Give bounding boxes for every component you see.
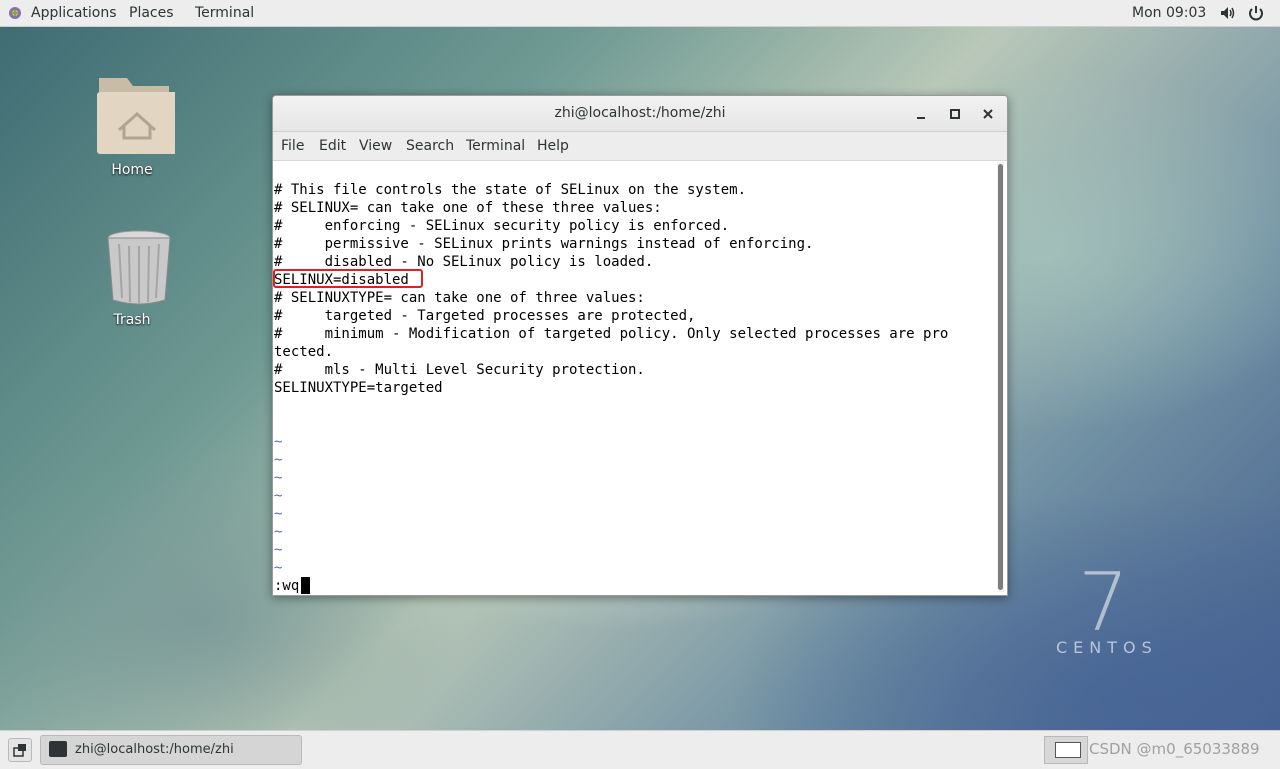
empty-line-marker: ~	[274, 506, 283, 522]
home-folder-icon	[97, 78, 181, 154]
terminal-icon	[49, 741, 67, 757]
minimize-icon	[917, 117, 925, 119]
empty-line-marker: ~	[274, 470, 283, 486]
command-line[interactable]: :wq	[274, 577, 299, 595]
highlight-box	[273, 269, 423, 288]
menu-help[interactable]: Help	[537, 132, 569, 160]
terminal-app-menu[interactable]: Terminal	[195, 0, 254, 26]
taskbar-terminal-item[interactable]: zhi@localhost:/home/zhi	[40, 735, 302, 765]
scrollbar-thumb[interactable]	[998, 164, 1003, 590]
window-title: zhi@localhost:/home/zhi	[554, 105, 726, 121]
empty-line-marker: ~	[274, 542, 283, 558]
workspace-switcher[interactable]	[1044, 736, 1088, 764]
desktop-trash[interactable]: Trash	[82, 228, 182, 328]
empty-line-marker: ~	[274, 434, 283, 450]
bottom-taskbar: zhi@localhost:/home/zhi	[0, 730, 1280, 769]
show-desktop-button[interactable]	[8, 738, 32, 762]
text-line: # minimum - Modification of targeted pol…	[274, 326, 949, 342]
menu-edit[interactable]: Edit	[319, 132, 346, 160]
desktop-home[interactable]: Home	[82, 72, 182, 178]
places-menu[interactable]: Places	[129, 0, 174, 26]
menu-terminal[interactable]: Terminal	[466, 132, 525, 160]
menu-search[interactable]: Search	[406, 132, 454, 160]
trash-icon	[107, 230, 171, 305]
applications-menu[interactable]: Applications	[31, 0, 117, 26]
maximize-button[interactable]	[945, 104, 965, 124]
text-line: SELINUXTYPE=targeted	[274, 380, 443, 396]
centos-brand-watermark: CENTOS	[1056, 638, 1158, 657]
menu-file[interactable]: File	[281, 132, 304, 160]
volume-icon[interactable]	[1218, 4, 1236, 22]
clock[interactable]: Mon 09:03	[1132, 0, 1206, 26]
power-icon[interactable]	[1247, 4, 1265, 22]
text-line: # SELINUXTYPE= can take one of three val…	[274, 290, 645, 306]
text-line: # enforcing - SELinux security policy is…	[274, 218, 730, 234]
trash-label: Trash	[113, 312, 151, 328]
terminal-window[interactable]: zhi@localhost:/home/zhi File Edit View S…	[272, 95, 1008, 596]
empty-line-marker: ~	[274, 488, 283, 504]
empty-line-marker: ~	[274, 524, 283, 540]
close-button[interactable]	[978, 104, 998, 124]
terminal-content[interactable]: # This file controls the state of SELinu…	[273, 161, 995, 595]
applications-icon	[9, 7, 21, 19]
minimize-button[interactable]	[911, 104, 931, 124]
workspace-thumbnail	[1055, 742, 1081, 758]
text-line: # This file controls the state of SELinu…	[274, 182, 747, 198]
empty-line-marker: ~	[274, 452, 283, 468]
text-line: # SELINUX= can take one of these three v…	[274, 200, 662, 216]
text-line: # mls - Multi Level Security protection.	[274, 362, 645, 378]
top-bar: Applications Places Terminal Mon 09:03	[0, 0, 1280, 27]
show-desktop-icon	[13, 744, 26, 757]
text-line: # permissive - SELinux prints warnings i…	[274, 236, 814, 252]
empty-line-marker: ~	[274, 560, 283, 576]
text-line: # targeted - Targeted processes are prot…	[274, 308, 696, 324]
scrollbar[interactable]	[997, 162, 1004, 592]
centos-version-watermark: 7	[1078, 556, 1129, 649]
text-cursor	[301, 577, 310, 594]
home-label: Home	[111, 162, 153, 178]
maximize-icon	[950, 109, 960, 119]
close-icon	[983, 109, 993, 119]
csdn-watermark: CSDN @m0_65033889	[1089, 740, 1260, 758]
taskbar-item-label: zhi@localhost:/home/zhi	[75, 742, 234, 757]
window-titlebar[interactable]: zhi@localhost:/home/zhi	[273, 96, 1007, 132]
menu-view[interactable]: View	[359, 132, 392, 160]
text-line: tected.	[274, 344, 334, 360]
window-menubar: File Edit View Search Terminal Help	[273, 132, 1007, 161]
